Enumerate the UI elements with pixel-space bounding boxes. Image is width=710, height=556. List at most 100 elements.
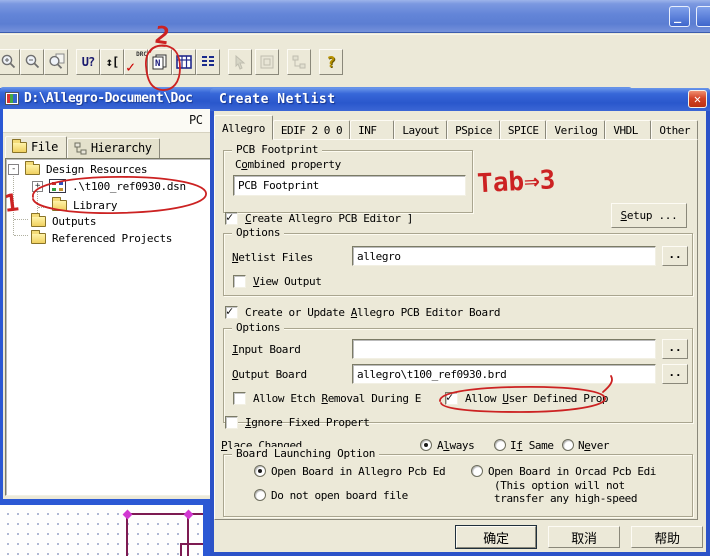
expand-box-icon[interactable]: + [32, 181, 43, 192]
radio-do-not-open[interactable] [254, 489, 266, 501]
back-annotate-button[interactable]: ↕[ [100, 49, 124, 75]
netlist-files-label: Netlist Files [232, 251, 313, 264]
tree-item-design-resources[interactable]: - Design Resources [8, 161, 147, 177]
combined-property-input[interactable] [233, 175, 466, 196]
create-netlist-dialog: Create Netlist ✕ Allegro EDIF 2 0 0 INF … [210, 88, 710, 556]
dialog-tab-layout[interactable]: Layout [394, 120, 447, 140]
dialog-tab-vhdl[interactable]: VHDL [605, 120, 651, 140]
tab-hierarchy-label: Hierarchy [91, 141, 152, 155]
radio-if-same[interactable] [494, 439, 506, 451]
dialog-tab-spice[interactable]: SPICE [500, 120, 547, 140]
close-button[interactable]: ✕ [688, 90, 707, 108]
zoom-out-button[interactable] [20, 49, 44, 75]
minimize-icon: _ [674, 7, 681, 25]
collapse-box-icon[interactable]: - [8, 164, 19, 175]
schematic-grid[interactable] [0, 505, 203, 556]
output-board-browse-button[interactable]: .. [662, 364, 688, 384]
create-update-label[interactable]: Create or Update Allegro PCB Editor Boar… [245, 306, 500, 319]
tree-item-label: .\t100_ref0930.dsn [72, 180, 186, 193]
window-icon [259, 54, 275, 70]
input-board-input[interactable] [352, 339, 656, 359]
grayed-window-button[interactable] [255, 49, 279, 75]
tree-item-outputs[interactable]: Outputs [31, 213, 96, 229]
create-netlist-button[interactable]: N [148, 49, 172, 75]
magnifier-minus-icon [24, 53, 41, 70]
drc-check-button[interactable]: DRC ✓ [124, 49, 148, 75]
dialog-title: Create Netlist [219, 92, 336, 107]
help-dialog-button[interactable]: 帮助 [631, 526, 703, 548]
tab-hierarchy[interactable]: Hierarchy [67, 138, 161, 158]
bom-button[interactable] [196, 49, 220, 75]
create-editor-checkbox[interactable]: ✓ [225, 212, 238, 225]
radio-always-label[interactable]: Always [437, 439, 474, 452]
radio-never-label[interactable]: Never [578, 439, 609, 452]
options-group-2-title: Options [232, 321, 284, 334]
cancel-button[interactable]: 取消 [548, 526, 620, 548]
netlist-files-input[interactable] [352, 246, 656, 266]
dialog-tab-verilog[interactable]: Verilog [546, 120, 605, 140]
help-button[interactable]: ? [319, 49, 343, 75]
grayed-pointer-button[interactable] [228, 49, 252, 75]
radio-never[interactable] [562, 439, 574, 451]
create-editor-label[interactable]: Create Allegro PCB Editor ] [245, 212, 413, 225]
radio-always[interactable] [420, 439, 432, 451]
allow-etch-checkbox[interactable] [233, 392, 246, 405]
grayed-hierarchy-button[interactable] [287, 49, 311, 75]
input-board-browse-button[interactable]: .. [662, 339, 688, 359]
combined-property-label: Combined property [235, 158, 341, 171]
dialog-tab-allegro[interactable]: Allegro [214, 115, 273, 140]
dialog-tab-pspice[interactable]: PSpice [447, 120, 500, 140]
tree-item-dsn[interactable]: + .\t100_ref0930.dsn [32, 178, 186, 194]
maximize-button[interactable] [696, 6, 710, 27]
dialog-tab-edif-2-0-0[interactable]: EDIF 2 0 0 [273, 120, 350, 140]
folder-icon [31, 233, 46, 244]
options-group-2: Options Input Board .. Output Board .. A… [223, 328, 693, 423]
radio-open-orcad-label[interactable]: Open Board in Orcad Pcb Edi [488, 465, 656, 478]
tree-item-label: Referenced Projects [52, 232, 172, 245]
schematic-window [0, 499, 212, 556]
setup-button[interactable]: Setup ... [611, 203, 687, 228]
tab-file[interactable]: File [5, 136, 67, 158]
minimize-button[interactable]: _ [669, 6, 690, 27]
board-launch-group-title: Board Launching Option [232, 447, 379, 460]
tree-connector [38, 207, 50, 208]
wire [180, 543, 203, 545]
radio-open-allegro[interactable] [254, 465, 266, 477]
cross-reference-table-icon [175, 53, 193, 71]
magnifier-page-icon [48, 53, 65, 70]
tree-connector [13, 173, 14, 235]
tree-item-referenced-projects[interactable]: Referenced Projects [31, 230, 172, 246]
tree-item-library[interactable]: Library [52, 197, 117, 213]
drc-icon: DRC ✓ [126, 51, 146, 73]
allow-etch-label[interactable]: Allow Etch Removal During E [253, 392, 421, 405]
ignore-fixed-label[interactable]: Ignore Fixed Propert [245, 416, 369, 429]
zoom-all-button[interactable] [44, 49, 68, 75]
output-board-input[interactable] [352, 364, 656, 384]
allow-user-checkbox[interactable]: ✓ [445, 392, 458, 405]
annotate-u-icon: U? [82, 55, 94, 69]
pcb-footprint-group: PCB Footprint Combined property [223, 150, 473, 213]
close-icon: ✕ [694, 92, 701, 106]
view-output-label[interactable]: View Output [253, 275, 321, 288]
view-output-checkbox[interactable] [233, 275, 246, 288]
wire-junction [184, 510, 194, 520]
create-update-checkbox[interactable]: ✓ [225, 306, 238, 319]
radio-do-not-open-label[interactable]: Do not open board file [271, 489, 408, 502]
radio-open-orcad[interactable] [471, 465, 483, 477]
dialog-titlebar[interactable]: Create Netlist ✕ [210, 88, 710, 111]
zoom-in-button[interactable] [0, 49, 20, 75]
radio-if-same-label[interactable]: If Same [510, 439, 554, 452]
wire [180, 543, 182, 556]
cross-reference-button[interactable] [172, 49, 196, 75]
allow-user-label[interactable]: Allow User Defined Prop [465, 392, 608, 405]
dialog-tab-other[interactable]: Other [651, 120, 698, 140]
netlist-files-browse-button[interactable]: .. [662, 246, 688, 266]
ignore-fixed-checkbox[interactable] [225, 416, 238, 429]
tree-connector [14, 235, 28, 236]
dialog-tab-inf[interactable]: INF [350, 120, 394, 140]
main-window-titlebar[interactable]: _ [0, 0, 710, 33]
ok-button[interactable]: 确定 [456, 526, 536, 548]
annotate-button[interactable]: U? [76, 49, 100, 75]
allegro-tab-pane: PCB Footprint Combined property ✓ Create… [214, 139, 698, 520]
radio-open-allegro-label[interactable]: Open Board in Allegro Pcb Ed [271, 465, 445, 478]
